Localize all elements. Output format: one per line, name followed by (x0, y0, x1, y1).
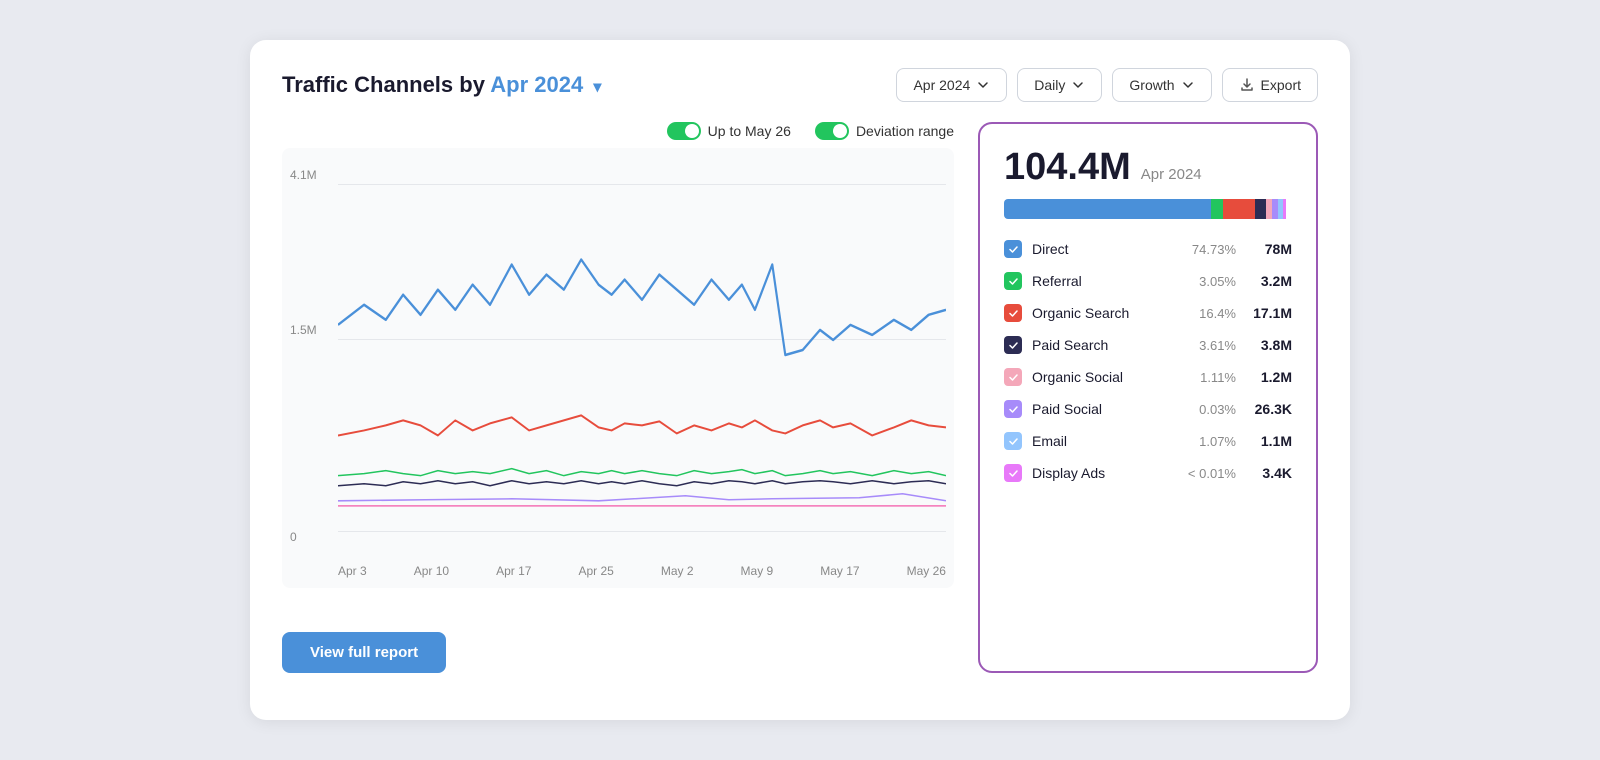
channel-pct: 3.61% (1184, 338, 1236, 353)
main-card: Traffic Channels by Apr 2024 ▾ Apr 2024 … (250, 40, 1350, 720)
legend-toggles: Up to May 26 Deviation range (282, 122, 954, 140)
toggle-label-may: Up to May 26 (708, 123, 791, 139)
channel-row[interactable]: Email 1.07% 1.1M (1004, 427, 1292, 455)
channel-row[interactable]: Paid Search 3.61% 3.8M (1004, 331, 1292, 359)
x-label-2: Apr 17 (496, 564, 531, 578)
toggle-switch-deviation[interactable] (815, 122, 849, 140)
stacked-bar-segment-organic-search (1223, 199, 1255, 219)
y-label-mid: 1.5M (290, 323, 317, 337)
channel-checkbox-paid-search[interactable] (1004, 336, 1022, 354)
x-label-1: Apr 10 (414, 564, 449, 578)
y-label-zero: 0 (290, 530, 297, 544)
channel-checkbox-organic-social[interactable] (1004, 368, 1022, 386)
channel-checkbox-display-ads[interactable] (1004, 464, 1022, 482)
metric-dropdown[interactable]: Growth (1112, 68, 1211, 102)
channel-val: 3.4K (1246, 465, 1292, 481)
channel-name: Direct (1032, 241, 1174, 257)
x-axis-labels: Apr 3 Apr 10 Apr 17 Apr 25 May 2 May 9 M… (338, 564, 946, 578)
channel-val: 78M (1246, 241, 1292, 257)
channel-pct: 3.05% (1184, 274, 1236, 289)
channel-row[interactable]: Referral 3.05% 3.2M (1004, 267, 1292, 295)
chart-area: Up to May 26 Deviation range 4.1M 1.5M 0 (282, 122, 954, 673)
card-title: Traffic Channels by Apr 2024 ▾ (282, 72, 601, 98)
title-type[interactable]: Apr 2024 (490, 72, 583, 97)
channel-name: Referral (1032, 273, 1174, 289)
channel-pct: 16.4% (1184, 306, 1236, 321)
export-label: Export (1261, 77, 1301, 93)
toggle-deviation[interactable]: Deviation range (815, 122, 954, 140)
channel-checkbox-referral[interactable] (1004, 272, 1022, 290)
chart-svg (338, 164, 946, 536)
sidebar-panel: 104.4M Apr 2024 Direct 74.73% 78M Referral 3… (978, 122, 1318, 673)
export-button[interactable]: Export (1222, 68, 1318, 102)
channel-name: Paid Social (1032, 401, 1174, 417)
chart-wrapper: 4.1M 1.5M 0 (282, 148, 954, 588)
channel-list: Direct 74.73% 78M Referral 3.05% 3.2M Organic … (1004, 235, 1292, 487)
channel-row[interactable]: Direct 74.73% 78M (1004, 235, 1292, 263)
title-prefix: Traffic Channels by (282, 72, 490, 97)
x-label-3: Apr 25 (578, 564, 613, 578)
header-controls: Apr 2024 Daily Growth Export (896, 68, 1318, 102)
stacked-bar-segment-referral (1211, 199, 1223, 219)
metric-chevron-icon (1181, 78, 1195, 92)
interval-chevron-icon (1071, 78, 1085, 92)
channel-pct: 1.07% (1184, 434, 1236, 449)
date-dropdown[interactable]: Apr 2024 (896, 68, 1007, 102)
channel-val: 3.8M (1246, 337, 1292, 353)
total-period: Apr 2024 (1141, 166, 1202, 183)
date-chevron-icon (976, 78, 990, 92)
channel-row[interactable]: Paid Social 0.03% 26.3K (1004, 395, 1292, 423)
x-label-0: Apr 3 (338, 564, 367, 578)
stacked-bar-segment-display-ads (1283, 199, 1286, 219)
channel-checkbox-organic-search[interactable] (1004, 304, 1022, 322)
channel-val: 17.1M (1246, 305, 1292, 321)
date-label: Apr 2024 (913, 77, 970, 93)
x-label-4: May 2 (661, 564, 694, 578)
card-header: Traffic Channels by Apr 2024 ▾ Apr 2024 … (282, 68, 1318, 102)
metric-label: Growth (1129, 77, 1174, 93)
toggle-up-to-may[interactable]: Up to May 26 (667, 122, 791, 140)
channel-row[interactable]: Organic Social 1.11% 1.2M (1004, 363, 1292, 391)
stacked-bar-segment-paid-search (1255, 199, 1267, 219)
channel-name: Email (1032, 433, 1174, 449)
channel-checkbox-email[interactable] (1004, 432, 1022, 450)
channel-val: 1.1M (1246, 433, 1292, 449)
view-report-button[interactable]: View full report (282, 632, 446, 673)
export-icon (1239, 77, 1255, 93)
stacked-bar-segment-direct (1004, 199, 1211, 219)
channel-checkbox-paid-social[interactable] (1004, 400, 1022, 418)
channel-name: Paid Search (1032, 337, 1174, 353)
total-number: 104.4M (1004, 146, 1131, 189)
stacked-bar (1004, 199, 1292, 219)
toggle-switch-may[interactable] (667, 122, 701, 140)
channel-pct: 1.11% (1184, 370, 1236, 385)
card-body: Up to May 26 Deviation range 4.1M 1.5M 0 (282, 122, 1318, 673)
channel-pct: < 0.01% (1184, 466, 1236, 481)
title-chevron-icon[interactable]: ▾ (593, 77, 601, 97)
channel-val: 26.3K (1246, 401, 1292, 417)
channel-checkbox-direct[interactable] (1004, 240, 1022, 258)
y-label-top: 4.1M (290, 168, 317, 182)
channel-val: 1.2M (1246, 369, 1292, 385)
channel-name: Organic Search (1032, 305, 1174, 321)
channel-name: Organic Social (1032, 369, 1174, 385)
channel-val: 3.2M (1246, 273, 1292, 289)
channel-pct: 0.03% (1184, 402, 1236, 417)
interval-dropdown[interactable]: Daily (1017, 68, 1102, 102)
x-label-5: May 9 (741, 564, 774, 578)
x-label-7: May 26 (907, 564, 946, 578)
channel-row[interactable]: Display Ads < 0.01% 3.4K (1004, 459, 1292, 487)
x-label-6: May 17 (820, 564, 859, 578)
total-row: 104.4M Apr 2024 (1004, 146, 1292, 189)
channel-row[interactable]: Organic Search 16.4% 17.1M (1004, 299, 1292, 327)
interval-label: Daily (1034, 77, 1065, 93)
channel-name: Display Ads (1032, 465, 1174, 481)
channel-pct: 74.73% (1184, 242, 1236, 257)
toggle-label-deviation: Deviation range (856, 123, 954, 139)
